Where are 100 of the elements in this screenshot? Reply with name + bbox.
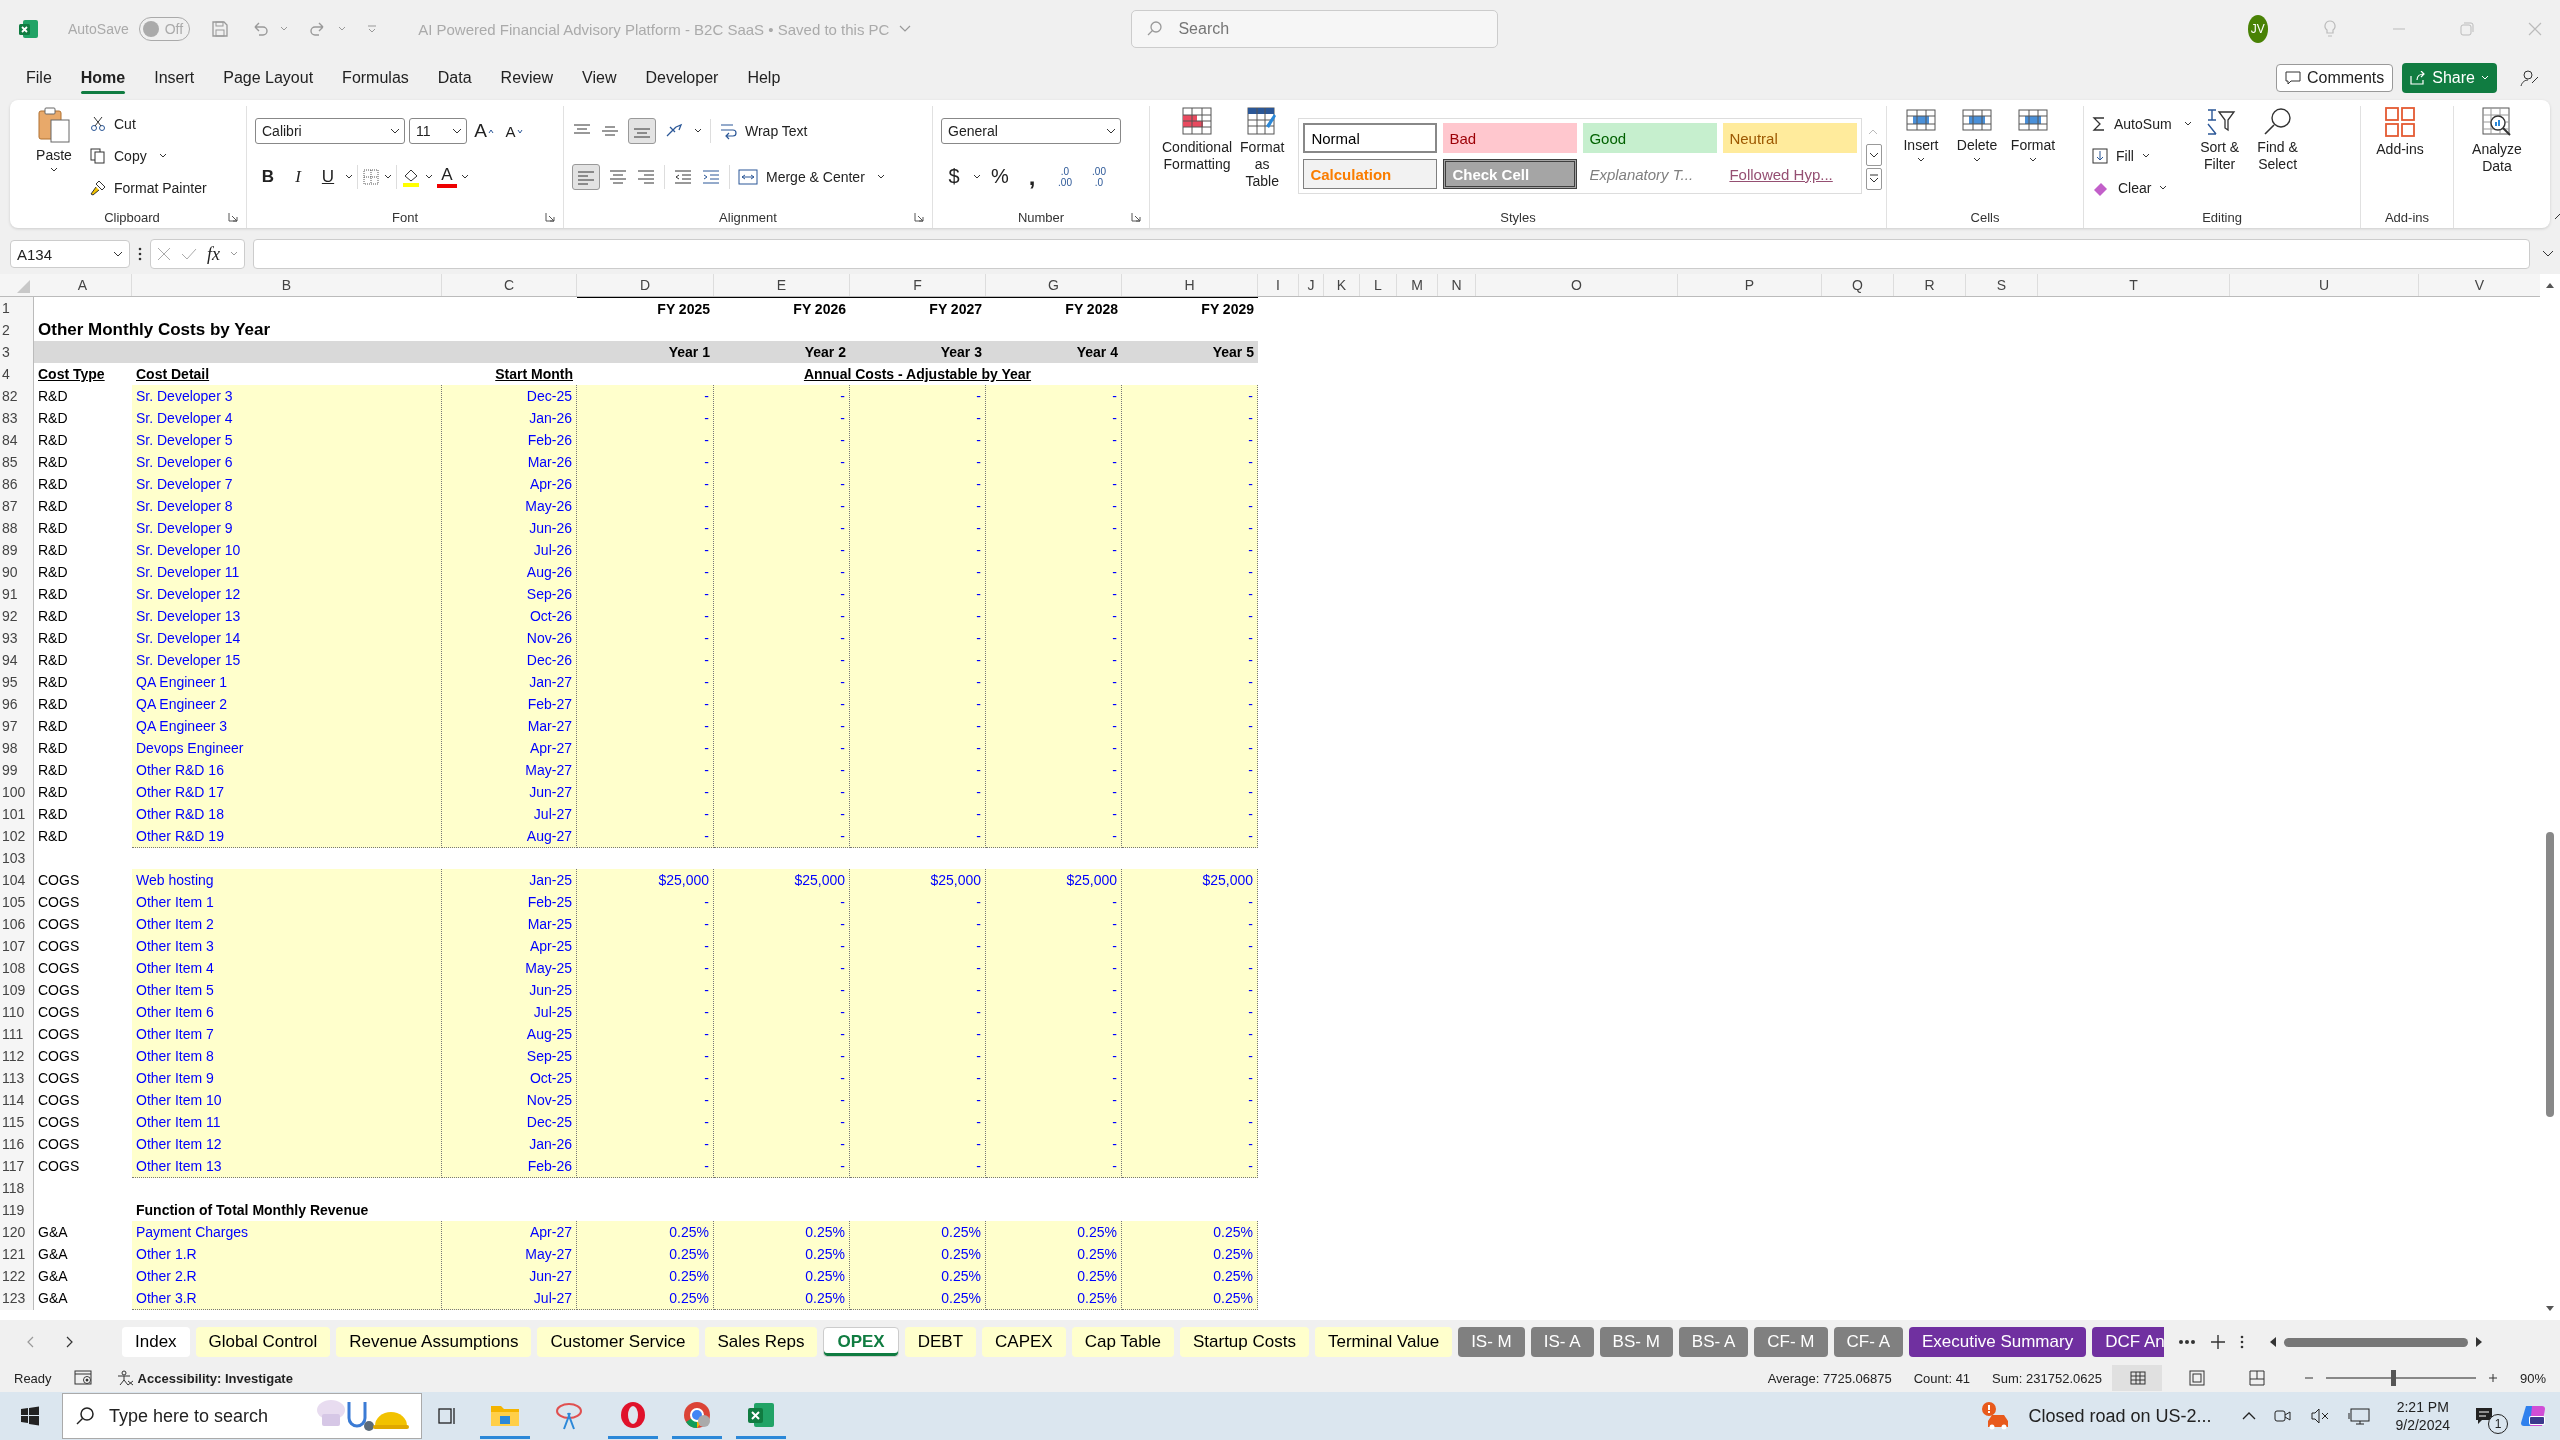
align-center-icon[interactable] [608, 168, 628, 186]
fill-bucket-icon[interactable] [401, 167, 421, 187]
row-header[interactable]: 93 [0, 627, 34, 650]
menu-tab[interactable]: View [582, 60, 617, 96]
normal-view-icon[interactable] [2111, 1365, 2162, 1391]
insert-function-button[interactable]: fx [207, 243, 220, 265]
user-avatar[interactable]: JV [2247, 15, 2268, 43]
previous-sheet-icon[interactable] [26, 1335, 36, 1349]
search-field[interactable]: Search [1176, 19, 1483, 39]
row-header[interactable]: 96 [0, 693, 34, 716]
comma-style-button[interactable]: , [1019, 162, 1045, 191]
row-header[interactable]: 90 [0, 561, 34, 584]
sheet-tab[interactable]: Index [122, 1327, 190, 1357]
comments-button[interactable]: Comments [2275, 64, 2394, 92]
caret-up-icon[interactable] [2241, 1411, 2256, 1421]
zoom-in-icon[interactable] [2487, 1373, 2498, 1383]
dialog-launcher-icon[interactable] [545, 212, 555, 222]
conditional-formatting-button[interactable]: Conditional Formatting [1158, 106, 1237, 206]
news-headline[interactable]: Closed road on US-2... [2028, 1405, 2212, 1427]
sheet-tab[interactable]: DEBT [904, 1327, 977, 1357]
row-header[interactable]: 122 [0, 1265, 34, 1288]
decrease-decimal-button[interactable]: .00 .0 [1085, 165, 1113, 188]
menu-tab[interactable]: Formulas [342, 60, 409, 96]
grow-font-button[interactable]: A [471, 117, 497, 145]
row-header[interactable]: 105 [0, 891, 34, 914]
accessibility-button[interactable]: Accessibility: Investigate [115, 1370, 293, 1386]
row-header[interactable]: 113 [0, 1067, 34, 1090]
dialog-launcher-icon[interactable] [1131, 212, 1141, 222]
caret-icon[interactable] [425, 174, 433, 180]
sheet-tab[interactable]: Sales Reps [704, 1327, 818, 1357]
row-header[interactable]: 1 [0, 297, 34, 320]
row-header[interactable]: 101 [0, 803, 34, 826]
save-icon[interactable] [210, 19, 231, 39]
column-header[interactable]: D [577, 274, 714, 296]
row-header[interactable]: 95 [0, 671, 34, 694]
column-header[interactable]: H [1122, 274, 1258, 296]
cell-style-option[interactable]: Followed Hyp... [1723, 159, 1858, 189]
copy-button[interactable]: Copy [90, 142, 207, 170]
camera-icon[interactable] [2273, 1408, 2292, 1424]
increase-indent-icon[interactable] [701, 168, 721, 186]
taskbar-search-bar[interactable]: Type here to search [62, 1393, 422, 1439]
row-header[interactable]: 109 [0, 979, 34, 1002]
sheet-tab[interactable]: CF- M [1754, 1327, 1828, 1357]
cut-button[interactable]: Cut [90, 110, 207, 138]
row-header[interactable]: 88 [0, 517, 34, 540]
caret-icon[interactable] [973, 173, 981, 180]
paste-button[interactable]: Paste [26, 106, 82, 206]
column-header[interactable]: L [1360, 274, 1397, 296]
align-left-icon[interactable] [572, 164, 600, 190]
caret-icon[interactable] [694, 128, 702, 134]
checkmark-icon[interactable] [181, 247, 197, 261]
cell-style-option[interactable]: Neutral [1723, 123, 1858, 153]
sheet-tab[interactable]: OPEX [823, 1327, 899, 1357]
network-icon[interactable] [2347, 1407, 2370, 1425]
row-header[interactable]: 98 [0, 737, 34, 760]
cells-command-button[interactable]: Delete [1951, 106, 2003, 206]
column-header[interactable]: A [34, 274, 132, 296]
format-as-table-button[interactable]: Format as Table [1236, 106, 1289, 206]
person-feedback-icon[interactable] [2520, 68, 2540, 88]
column-header[interactable]: P [1678, 274, 1822, 296]
column-header[interactable]: V [2419, 274, 2540, 296]
bold-button[interactable]: B [255, 163, 281, 191]
sheet-tab[interactable]: Revenue Assumptions [336, 1327, 532, 1357]
caret-icon[interactable] [345, 174, 353, 180]
row-header[interactable]: 104 [0, 869, 34, 892]
row-header[interactable]: 110 [0, 1001, 34, 1024]
customize-toolbar-icon[interactable] [366, 23, 379, 35]
underline-button[interactable]: U [315, 163, 341, 191]
row-header[interactable]: 94 [0, 649, 34, 672]
wrap-text-button[interactable]: Wrap Text [719, 117, 808, 145]
column-header[interactable]: K [1324, 274, 1360, 296]
fill-button[interactable]: Fill [2092, 142, 2192, 170]
row-header[interactable]: 83 [0, 407, 34, 430]
menu-tab[interactable]: Developer [645, 60, 719, 96]
menu-tab[interactable]: Data [437, 60, 472, 96]
column-header[interactable]: C [442, 274, 577, 296]
cells-command-button[interactable]: Insert [1895, 106, 1947, 206]
row-header[interactable]: 85 [0, 451, 34, 474]
dialog-launcher-icon[interactable] [914, 212, 924, 222]
row-header[interactable]: 118 [0, 1177, 34, 1199]
sheet-tab[interactable]: CF- A [1833, 1327, 1903, 1357]
expand-caret-icon[interactable] [2542, 250, 2554, 258]
speaker-muted-icon[interactable] [2309, 1408, 2330, 1424]
row-header[interactable]: 120 [0, 1221, 34, 1244]
row-header[interactable]: 84 [0, 429, 34, 452]
row-header[interactable]: 86 [0, 473, 34, 496]
font-color-button[interactable]: A [437, 166, 457, 188]
add-sheet-icon[interactable] [2210, 1334, 2226, 1350]
menu-tab[interactable]: File [26, 60, 52, 96]
cancel-icon[interactable] [157, 247, 171, 261]
column-header[interactable]: S [1966, 274, 2038, 296]
menu-tab[interactable]: Help [747, 60, 781, 96]
column-header[interactable]: O [1476, 274, 1678, 296]
row-header[interactable]: 115 [0, 1111, 34, 1134]
row-header[interactable]: 114 [0, 1089, 34, 1112]
more-sheets-icon[interactable] [2178, 1339, 2196, 1345]
expand-gallery-icon[interactable] [1866, 168, 1883, 190]
sheet-tab[interactable]: IS- A [1530, 1327, 1594, 1357]
row-header[interactable]: 87 [0, 495, 34, 518]
column-header[interactable]: J [1299, 274, 1324, 296]
